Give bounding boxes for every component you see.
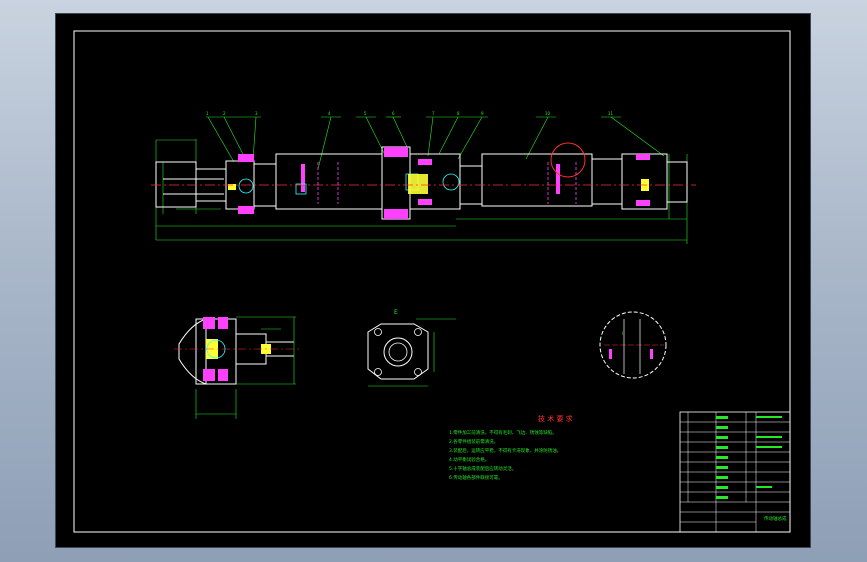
inner-frame bbox=[73, 30, 791, 533]
tech-req-line-5: 5.十字轴总成装配后应转动灵活。 bbox=[449, 465, 516, 472]
part-number-7: 7 bbox=[432, 111, 435, 116]
part-number-4: 4 bbox=[328, 111, 331, 116]
part-number-10: 10 bbox=[545, 111, 551, 116]
tech-req-title: 技 术 要 求 bbox=[538, 414, 573, 423]
part-number-5: 5 bbox=[364, 111, 367, 116]
cad-drawing: E 技 术 要 求 1.零件加工前清洗，不得有毛刺、飞边、锈蚀等缺陷。 2.各零… bbox=[73, 30, 791, 533]
part-number-11: 11 bbox=[608, 111, 614, 116]
part-number-2: 2 bbox=[223, 111, 226, 116]
tech-requirements: 技 术 要 求 1.零件加工前清洗，不得有毛刺、飞边、锈蚀等缺陷。 2.各零件组… bbox=[449, 414, 573, 481]
main-shaft-view bbox=[151, 116, 696, 244]
drawing-sheet: E 技 术 要 求 1.零件加工前清洗，不得有毛刺、飞边、锈蚀等缺陷。 2.各零… bbox=[55, 13, 811, 548]
section-view-left bbox=[174, 316, 301, 419]
detail-label-I: I bbox=[622, 331, 623, 336]
svg-text:E: E bbox=[394, 309, 398, 316]
part-number-6: 6 bbox=[392, 111, 395, 116]
tech-req-line-4: 4.动平衡试验合格。 bbox=[449, 456, 489, 463]
part-number-1: 1 bbox=[206, 111, 209, 116]
tech-req-line-3: 3.装配后，运转应平稳，不得有卡滞现象，并涂防锈油。 bbox=[449, 447, 561, 454]
tech-req-line-6: 6.传动轴各部件联接可靠。 bbox=[449, 474, 503, 481]
flange-view-E: E bbox=[367, 309, 456, 387]
title-block-name: 传动轴总成 bbox=[764, 515, 787, 522]
detail-view-I bbox=[599, 311, 667, 379]
part-number-3: 3 bbox=[255, 111, 258, 116]
title-block: 传动轴总成 bbox=[679, 411, 791, 533]
tech-req-line-2: 2.各零件组装前需清洗。 bbox=[449, 438, 498, 445]
tech-req-line-1: 1.零件加工前清洗，不得有毛刺、飞边、锈蚀等缺陷。 bbox=[449, 429, 557, 436]
part-number-8: 8 bbox=[457, 111, 460, 116]
part-number-9: 9 bbox=[481, 111, 484, 116]
